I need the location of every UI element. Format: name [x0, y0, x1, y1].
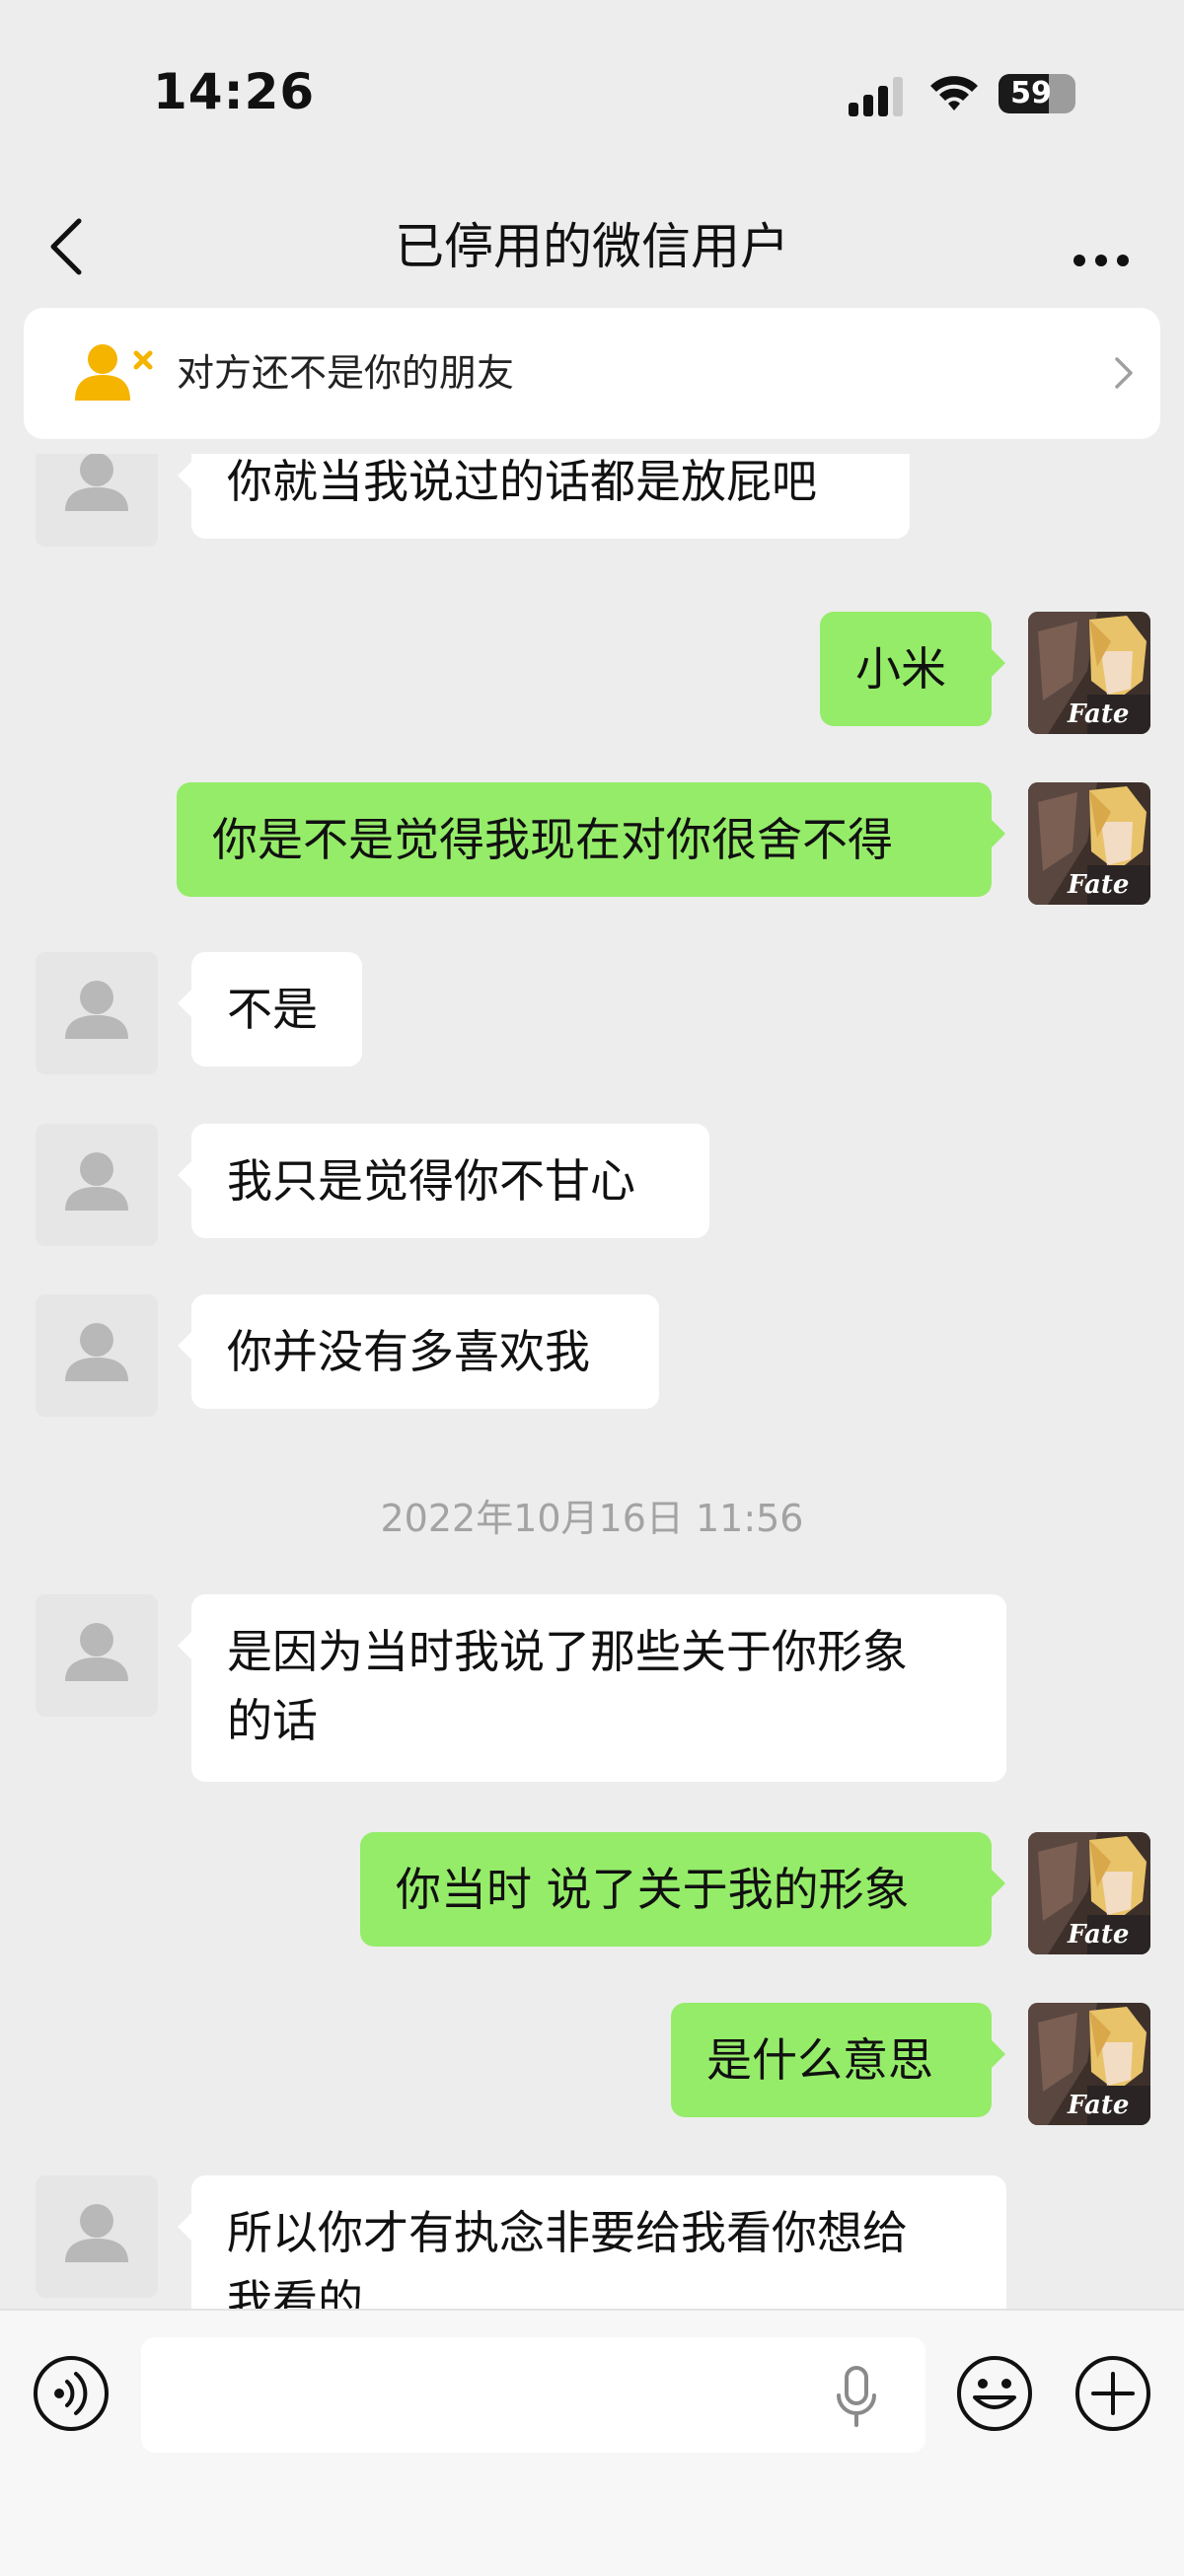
nav-bar: 已停用的微信用户 [0, 187, 1184, 306]
my-avatar[interactable]: Fate [1028, 612, 1150, 734]
chat-title: 已停用的微信用户 [395, 218, 789, 275]
my-avatar[interactable]: Fate [1028, 782, 1150, 905]
chevron-right-icon [1115, 357, 1133, 389]
avatar-fate-text: Fate [1067, 699, 1129, 729]
emoji-smile-icon [957, 2356, 1032, 2431]
anime-avatar-image: Fate [1028, 1832, 1150, 1954]
cellular-signal-icon [849, 77, 903, 116]
incoming-message-bubble[interactable]: 不是 [178, 952, 362, 1067]
more-features-button[interactable] [1073, 2354, 1152, 2433]
incoming-message-bubble[interactable]: 所以你才有执念非要给我看你想给 我看的 [178, 2175, 1006, 2309]
my-avatar[interactable]: Fate [1028, 1832, 1150, 1954]
outgoing-message-bubble[interactable]: 是什么意思 [671, 2003, 1005, 2117]
not-friend-text: 对方还不是你的朋友 [177, 351, 515, 395]
chat-timestamp: 2022年10月16日 11:56 [380, 1497, 804, 1540]
contact-avatar[interactable] [36, 2175, 158, 2298]
default-user-icon [65, 1152, 128, 1211]
emoji-button[interactable] [955, 2354, 1034, 2433]
battery-percent: 59 [1010, 76, 1052, 110]
incoming-message-bubble[interactable]: 是因为当时我说了那些关于你形象 的话 [178, 1594, 1006, 1782]
message-list[interactable]: 你就当我说过的话都是放屁吧 Fate 小米 Fate 你是不是觉得我现在对你很舍不得 不是… [0, 454, 1184, 2309]
anime-avatar-image: Fate [1028, 782, 1150, 905]
incoming-message-bubble[interactable]: 你并没有多喜欢我 [178, 1294, 659, 1409]
outgoing-message-bubble[interactable]: 你是不是觉得我现在对你很舍不得 [177, 782, 1005, 897]
microphone-icon[interactable] [835, 2366, 878, 2429]
contact-avatar[interactable] [36, 952, 158, 1074]
default-user-icon [65, 2204, 128, 2262]
message-input[interactable] [141, 2337, 925, 2453]
contact-avatar[interactable] [36, 1124, 158, 1246]
back-button[interactable] [39, 207, 99, 286]
chevron-left-icon [50, 218, 82, 275]
not-friend-banner[interactable]: 对方还不是你的朋友 [24, 308, 1160, 439]
voice-mode-button[interactable] [32, 2354, 111, 2433]
status-bar: 14:26 59 [0, 0, 1184, 187]
incoming-message-bubble[interactable]: 我只是觉得你不甘心 [178, 1124, 709, 1238]
battery-icon: 59 [999, 74, 1075, 115]
remove-friend-icon [75, 344, 153, 401]
default-user-icon [65, 454, 128, 511]
input-bar [0, 2309, 1184, 2576]
more-options-button[interactable] [1066, 217, 1145, 276]
default-user-icon [65, 981, 128, 1039]
plus-circle-icon [1075, 2356, 1150, 2431]
my-avatar[interactable]: Fate [1028, 2003, 1150, 2125]
outgoing-message-bubble[interactable]: 小米 [820, 612, 1005, 726]
more-dots-icon [1073, 255, 1129, 266]
voice-mode-icon [34, 2356, 109, 2431]
default-user-icon [65, 1623, 128, 1681]
contact-avatar[interactable] [36, 454, 158, 547]
wifi-icon [930, 76, 978, 110]
avatar-fate-text: Fate [1067, 2091, 1129, 2120]
contact-avatar[interactable] [36, 1294, 158, 1417]
anime-avatar-image: Fate [1028, 2003, 1150, 2125]
incoming-message-bubble[interactable]: 你就当我说过的话都是放屁吧 [178, 454, 910, 539]
anime-avatar-image: Fate [1028, 612, 1150, 734]
default-user-icon [65, 1323, 128, 1381]
status-time: 14:26 [153, 63, 316, 120]
outgoing-message-bubble[interactable]: 你当时 说了关于我的形象 [360, 1832, 1005, 1947]
avatar-fate-text: Fate [1067, 1920, 1129, 1950]
contact-avatar[interactable] [36, 1594, 158, 1717]
avatar-fate-text: Fate [1067, 870, 1129, 900]
